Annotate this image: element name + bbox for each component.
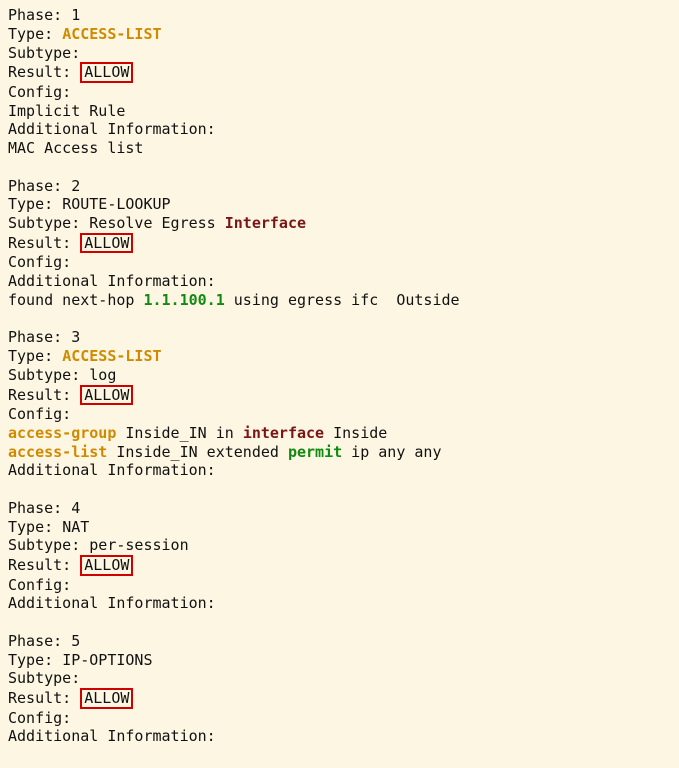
phase4-type: Type: NAT	[8, 518, 671, 537]
phase3-subtype: Subtype: log	[8, 366, 671, 385]
phase2-subtype-keyword: Interface	[225, 214, 306, 232]
phase1-additional-label: Additional Information:	[8, 120, 671, 139]
phase2-additional-label: Additional Information:	[8, 272, 671, 291]
phase1-result: Result: ALLOW	[8, 62, 671, 83]
phase1-subtype: Subtype:	[8, 44, 671, 63]
phase1-additional-value: MAC Access list	[8, 139, 671, 158]
phase2-type: Type: ROUTE-LOOKUP	[8, 195, 671, 214]
phase1-type: Type: ACCESS-LIST	[8, 25, 671, 44]
phase4-subtype-value: per-session	[89, 536, 188, 554]
phase1-header: Phase: 1	[8, 6, 671, 25]
phase4-type-value: NAT	[62, 518, 89, 536]
phase3-result: Result: ALLOW	[8, 385, 671, 406]
phase4-header: Phase: 4	[8, 499, 671, 518]
phase5-result: Result: ALLOW	[8, 688, 671, 709]
phase5-type: Type: IP-OPTIONS	[8, 651, 671, 670]
phase2-type-value: ROUTE-LOOKUP	[62, 195, 170, 213]
phase5-type-value: IP-OPTIONS	[62, 651, 152, 669]
phase1-type-value: ACCESS-LIST	[62, 25, 161, 43]
phase4-subtype: Subtype: per-session	[8, 536, 671, 555]
phase3-result-box: ALLOW	[80, 385, 133, 406]
label-result: Result:	[8, 63, 71, 81]
next-hop-ip: 1.1.100.1	[143, 291, 224, 309]
phase3-header: Phase: 3	[8, 328, 671, 347]
phase2-additional-value: found next-hop 1.1.100.1 using egress if…	[8, 291, 671, 310]
blank	[8, 613, 671, 632]
phase3-subtype-value: log	[89, 366, 116, 384]
phase5-config: Config:	[8, 709, 671, 728]
phase5-additional-label: Additional Information:	[8, 727, 671, 746]
phase4-result-box: ALLOW	[80, 555, 133, 576]
phase3-config: Config:	[8, 405, 671, 424]
phase2-result-box: ALLOW	[80, 233, 133, 254]
blank	[8, 310, 671, 329]
label-phase: Phase:	[8, 6, 62, 24]
blank	[8, 480, 671, 499]
phase2-subtype: Subtype: Resolve Egress Interface	[8, 214, 671, 233]
phase2-config: Config:	[8, 253, 671, 272]
label-subtype: Subtype:	[8, 44, 80, 62]
phase4-config: Config:	[8, 576, 671, 595]
phase3-additional-label: Additional Information:	[8, 461, 671, 480]
label-type: Type:	[8, 25, 53, 43]
phase1-num: 1	[71, 6, 80, 24]
phase2-header: Phase: 2	[8, 177, 671, 196]
phase3-type: Type: ACCESS-LIST	[8, 347, 671, 366]
phase1-config: Config:	[8, 83, 671, 102]
phase3-config-line2: access-list Inside_IN extended permit ip…	[8, 443, 671, 462]
phase4-result: Result: ALLOW	[8, 555, 671, 576]
phase1-result-box: ALLOW	[80, 62, 133, 83]
phase4-additional-label: Additional Information:	[8, 594, 671, 613]
phase1-config-line: Implicit Rule	[8, 102, 671, 121]
phase2-result: Result: ALLOW	[8, 233, 671, 254]
blank	[8, 158, 671, 177]
phase3-type-value: ACCESS-LIST	[62, 347, 161, 365]
phase3-config-line1: access-group Inside_IN in interface Insi…	[8, 424, 671, 443]
phase5-result-box: ALLOW	[80, 688, 133, 709]
phase5-header: Phase: 5	[8, 632, 671, 651]
phase2-subtype-pre: Resolve Egress	[89, 214, 224, 232]
phase5-subtype: Subtype:	[8, 669, 671, 688]
label-config: Config:	[8, 83, 71, 101]
